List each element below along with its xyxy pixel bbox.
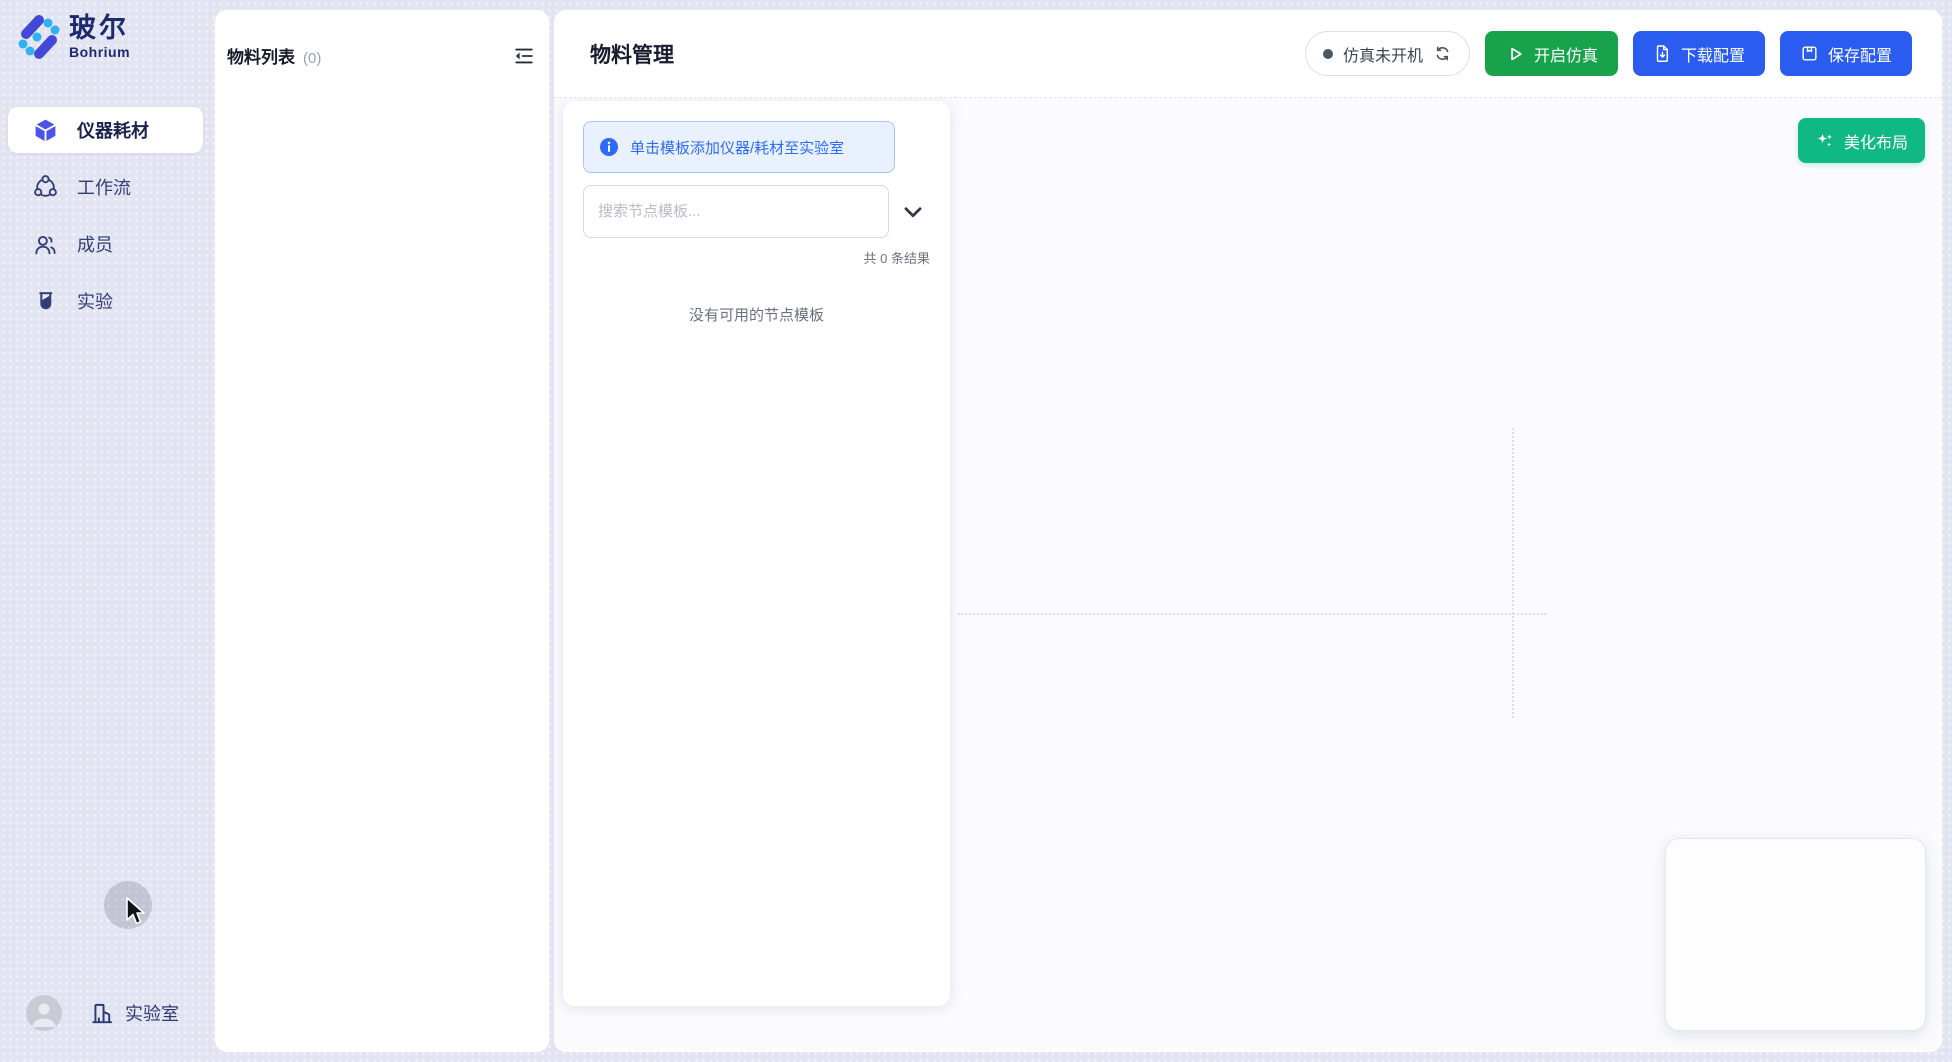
- bohrium-logo-icon: [18, 14, 60, 60]
- sim-status-pill[interactable]: 仿真未开机: [1305, 31, 1470, 76]
- flow-canvas[interactable]: 单击模板添加仪器/耗材至实验室 共 0 条结果 没有可用的节点模板: [554, 98, 1942, 1051]
- sidebar-item-label: 成员: [77, 231, 113, 257]
- empty-state-text: 没有可用的节点模板: [583, 304, 930, 325]
- sidebar-item-label: 工作流: [77, 174, 131, 200]
- sidebar-footer: 实验室: [0, 992, 213, 1062]
- file-download-icon: [1653, 44, 1672, 63]
- hint-banner-text: 单击模板添加仪器/耗材至实验室: [630, 137, 844, 158]
- start-simulation-button[interactable]: 开启仿真: [1485, 31, 1618, 76]
- lab-label: 实验室: [125, 1000, 179, 1026]
- chevron-down-icon[interactable]: [900, 199, 926, 225]
- menu-fold-icon[interactable]: [513, 45, 535, 67]
- template-search-input[interactable]: [583, 185, 889, 238]
- sidebar-item-members[interactable]: 成员: [8, 221, 203, 267]
- canvas-guide-horizontal: [958, 613, 1546, 615]
- template-panel: 单击模板添加仪器/耗材至实验室 共 0 条结果 没有可用的节点模板: [563, 101, 950, 1006]
- materials-title: 物料列表: [227, 43, 295, 68]
- materials-header: 物料列表 (0): [215, 10, 549, 68]
- main-header: 物料管理 仿真未开机 开启仿真: [554, 10, 1942, 98]
- main-panel: 物料管理 仿真未开机 开启仿真: [554, 10, 1942, 1052]
- save-icon: [1800, 44, 1819, 63]
- members-icon: [32, 231, 58, 257]
- beautify-layout-button[interactable]: 美化布局: [1798, 118, 1925, 163]
- building-icon: [90, 1000, 116, 1026]
- brand-name-cn: 玻尔: [69, 14, 130, 44]
- avatar[interactable]: [26, 995, 62, 1031]
- workflow-icon: [32, 174, 58, 200]
- mouse-cursor: [124, 896, 148, 928]
- download-config-button[interactable]: 下载配置: [1633, 31, 1765, 76]
- lab-selector[interactable]: 实验室: [90, 1000, 179, 1026]
- minimap[interactable]: [1665, 838, 1926, 1031]
- brand-name-en: Bohrium: [69, 44, 130, 60]
- cube-icon: [32, 117, 58, 143]
- hint-banner: 单击模板添加仪器/耗材至实验室: [583, 121, 895, 173]
- results-count: 共 0 条结果: [583, 248, 930, 267]
- sidebar-item-label: 仪器耗材: [77, 117, 149, 143]
- header-actions: 仿真未开机 开启仿真: [1305, 31, 1912, 76]
- sidebar-item-instruments[interactable]: 仪器耗材: [8, 107, 203, 153]
- status-dot-icon: [1323, 49, 1333, 59]
- sidebar-nav: 仪器耗材 工作流: [8, 107, 203, 335]
- canvas-guide-vertical: [1512, 428, 1514, 718]
- sim-status-label: 仿真未开机: [1343, 42, 1423, 66]
- sidebar-item-experiments[interactable]: 实验: [8, 278, 203, 324]
- materials-count: (0): [303, 50, 321, 67]
- save-config-button[interactable]: 保存配置: [1780, 31, 1912, 76]
- beautify-layout-label: 美化布局: [1844, 129, 1908, 153]
- page-title: 物料管理: [590, 39, 674, 69]
- test-tube-icon: [32, 288, 58, 314]
- play-icon: [1505, 44, 1525, 64]
- refresh-icon[interactable]: [1433, 44, 1452, 63]
- start-simulation-label: 开启仿真: [1534, 42, 1598, 66]
- search-row: [583, 185, 930, 238]
- sidebar-item-workflow[interactable]: 工作流: [8, 164, 203, 210]
- bohrium-app-window: 玻尔 Bohrium 仪器耗材: [0, 0, 1952, 1062]
- info-icon: [599, 137, 619, 157]
- materials-panel: 物料列表 (0): [215, 10, 549, 1052]
- save-config-label: 保存配置: [1828, 42, 1892, 66]
- sparkles-icon: [1815, 131, 1835, 151]
- download-config-label: 下载配置: [1681, 42, 1745, 66]
- brand: 玻尔 Bohrium: [18, 14, 130, 60]
- sidebar-item-label: 实验: [77, 288, 113, 314]
